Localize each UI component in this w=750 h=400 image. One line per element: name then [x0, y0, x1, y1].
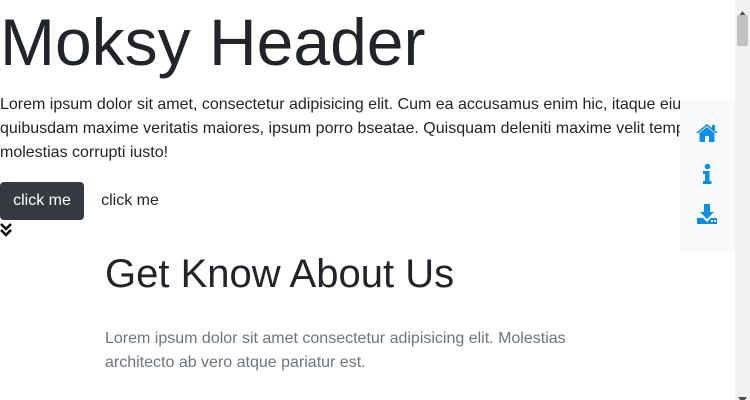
scrollbar-thumb[interactable] [737, 15, 748, 46]
side-nav-home[interactable] [694, 122, 720, 148]
vertical-scrollbar[interactable] [735, 0, 750, 400]
home-icon [695, 122, 719, 149]
info-icon [701, 163, 713, 190]
angle-double-down-icon[interactable] [0, 222, 12, 238]
page: Moksy Header Lorem ipsum dolor sit amet,… [0, 0, 750, 400]
scroll-down-arrow-icon[interactable] [738, 390, 747, 400]
main-content: Moksy Header Lorem ipsum dolor sit amet,… [0, 0, 735, 400]
page-title: Moksy Header [0, 5, 426, 79]
download-icon [696, 203, 718, 230]
intro-paragraph: Lorem ipsum dolor sit amet, consectetur … [0, 93, 708, 165]
intro-line: molestias corrupti iusto! [0, 144, 169, 161]
scroll-up-arrow-icon[interactable] [738, 4, 747, 17]
about-line: architecto ab vero atque pariatur est. [105, 354, 366, 371]
click-me-button-secondary[interactable]: click me [88, 182, 172, 220]
floating-side-nav [680, 100, 735, 252]
about-paragraph: Lorem ipsum dolor sit amet consectetur a… [105, 327, 585, 375]
about-line: Lorem ipsum dolor sit amet consectetur a… [105, 330, 566, 347]
side-nav-download[interactable] [694, 203, 720, 229]
intro-line: Lorem ipsum dolor sit amet, consectetur … [0, 96, 690, 113]
side-nav-info[interactable] [694, 163, 720, 189]
about-heading: Get Know About Us [105, 252, 455, 296]
intro-line: quibusdam maxime veritatis maiores, ipsu… [0, 120, 708, 137]
click-me-button-primary[interactable]: click me [0, 182, 84, 220]
